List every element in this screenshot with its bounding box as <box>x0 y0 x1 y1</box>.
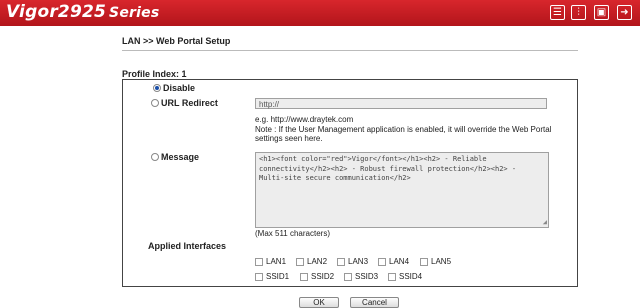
resize-grip-icon[interactable]: ◢ <box>543 219 547 226</box>
checkbox-icon <box>420 257 428 266</box>
brand-name: Vigor2925 <box>6 2 107 22</box>
ssid3-checkbox[interactable]: SSID3 <box>344 272 378 281</box>
disable-label: Disable <box>163 83 196 93</box>
ssid1-label: SSID1 <box>266 272 290 281</box>
url-example: e.g. http://www.draytek.com <box>255 115 354 124</box>
ssid1-checkbox[interactable]: SSID1 <box>255 272 289 281</box>
ssid2-label: SSID2 <box>311 272 335 281</box>
settings-sliders-icon[interactable]: ⫶ <box>571 5 586 20</box>
message-label: Message <box>161 152 200 162</box>
checkbox-icon <box>378 257 386 266</box>
header-bar: Vigor2925 Series ☰ ⫶ ▣ ➜ <box>0 0 640 26</box>
lan2-label: LAN2 <box>307 257 328 266</box>
lan5-label: LAN5 <box>431 257 452 266</box>
lan5-checkbox[interactable]: LAN5 <box>420 257 451 266</box>
message-textarea[interactable]: <h1><font color="red">Vigor</font></h1><… <box>255 152 549 228</box>
breadcrumb: LAN >> Web Portal Setup <box>122 36 231 46</box>
checkbox-icon <box>296 257 304 266</box>
max-characters-hint: (Max 511 characters) <box>255 229 330 238</box>
url-redirect-input[interactable]: http:// <box>255 98 547 109</box>
lan3-checkbox[interactable]: LAN3 <box>337 257 368 266</box>
message-radio[interactable] <box>151 153 159 161</box>
disable-radio[interactable] <box>153 84 161 92</box>
menu-icon[interactable]: ☰ <box>550 5 565 20</box>
url-help-text: e.g. http://www.draytek.com Note : If th… <box>255 115 555 144</box>
message-text: <h1><font color="red">Vigor</font></h1><… <box>259 155 521 183</box>
brand-logo: Vigor2925 Series <box>6 2 159 22</box>
applied-interfaces-label: Applied Interfaces <box>148 241 227 251</box>
logout-icon[interactable]: ➜ <box>617 5 632 20</box>
save-icon[interactable]: ▣ <box>594 5 609 20</box>
ssid4-label: SSID4 <box>399 272 423 281</box>
lan3-label: LAN3 <box>348 257 369 266</box>
lan1-checkbox[interactable]: LAN1 <box>255 257 286 266</box>
ok-button[interactable]: OK <box>299 297 339 308</box>
profile-index-label: Profile Index: 1 <box>122 69 187 79</box>
url-redirect-label: URL Redirect <box>161 98 218 108</box>
checkbox-icon <box>255 257 263 266</box>
checkbox-icon <box>337 257 345 266</box>
lan2-checkbox[interactable]: LAN2 <box>296 257 327 266</box>
lan4-checkbox[interactable]: LAN4 <box>378 257 409 266</box>
checkbox-icon <box>344 272 352 281</box>
url-redirect-radio[interactable] <box>151 99 159 107</box>
ssid4-checkbox[interactable]: SSID4 <box>388 272 422 281</box>
ssid2-checkbox[interactable]: SSID2 <box>300 272 334 281</box>
ssid3-label: SSID3 <box>355 272 379 281</box>
brand-series: Series <box>109 5 160 21</box>
checkbox-icon <box>255 272 263 281</box>
lan1-label: LAN1 <box>266 257 287 266</box>
cancel-button[interactable]: Cancel <box>350 297 399 308</box>
lan4-label: LAN4 <box>389 257 410 266</box>
checkbox-icon <box>388 272 396 281</box>
divider <box>122 50 578 51</box>
checkbox-icon <box>300 272 308 281</box>
user-management-note: Note : If the User Management applicatio… <box>255 124 552 144</box>
